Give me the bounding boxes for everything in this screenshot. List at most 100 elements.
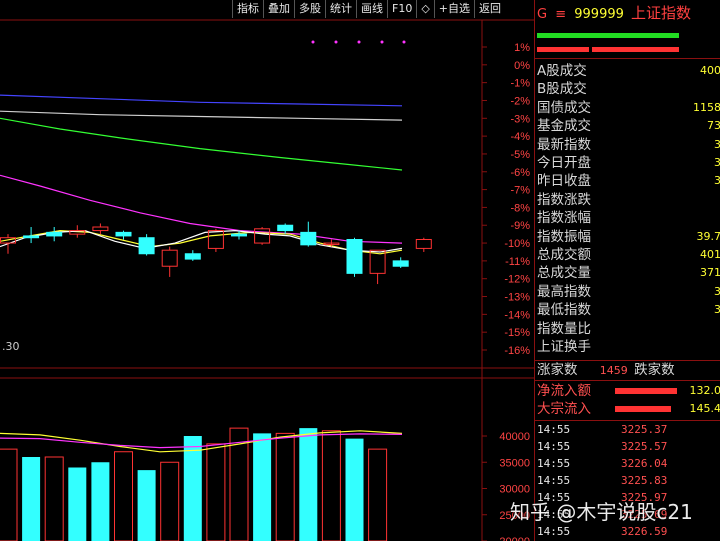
- volume-bar: [68, 467, 87, 541]
- pct-axis-label: -15%: [504, 327, 530, 339]
- up-count-label: 涨家数: [537, 362, 578, 378]
- stat-label: 总成交额: [537, 247, 591, 263]
- volume-bar: [183, 436, 202, 541]
- pct-axis-label: -10%: [504, 238, 530, 250]
- draw-line-button[interactable]: 画线: [356, 0, 387, 18]
- stat-row: 基金成交 73: [537, 117, 720, 135]
- security-code: 999999: [574, 7, 624, 22]
- signal-dot: [380, 40, 384, 44]
- ma120-line: [0, 94, 403, 107]
- top-toolbar: 指标 叠加 多股 统计 画线 F10 ◇ +自选 返回: [232, 0, 532, 18]
- stat-row: B股成交: [537, 80, 720, 98]
- volume-bar: [91, 462, 110, 541]
- stat-value: 73: [707, 119, 720, 133]
- net-inflow-bar: [615, 388, 677, 394]
- volume-axis-label: 35000: [499, 457, 530, 469]
- net-inflow-row: 净流入额 132.0: [537, 382, 720, 400]
- candle-body: [184, 253, 201, 260]
- tick-row: 14:55 3225.57: [537, 439, 720, 455]
- volume-bar: [345, 438, 364, 541]
- f10-button[interactable]: F10: [387, 0, 416, 18]
- tick-price: 3226.59: [621, 525, 668, 538]
- menu-icon[interactable]: ≡: [555, 7, 566, 22]
- breadth-row: 涨家数 1459 跌家数: [537, 361, 675, 380]
- stat-row: 最新指数 3: [537, 136, 720, 154]
- stat-row: 指数量比: [537, 320, 720, 338]
- stat-row: 指数涨跌: [537, 191, 720, 209]
- block-inflow-row: 大宗流入 145.4: [537, 400, 720, 418]
- candle-body: [92, 226, 109, 232]
- pct-axis-label: -8%: [510, 202, 530, 214]
- volume-axis-label: 40000: [499, 431, 530, 443]
- net-inflow-label: 净流入额: [537, 383, 591, 399]
- pct-axis-label: -1%: [510, 78, 530, 90]
- volume-bar: [114, 451, 133, 541]
- volume-bar: [44, 456, 64, 541]
- stat-row: 总成交量 371: [537, 264, 720, 282]
- stat-row: 国债成交 1158: [537, 99, 720, 117]
- stat-value: 371: [700, 266, 720, 280]
- volume-bar: [275, 432, 295, 541]
- pct-axis-label: 1%: [514, 42, 530, 54]
- stat-label: 最高指数: [537, 283, 591, 300]
- diamond-icon[interactable]: ◇: [416, 0, 433, 18]
- stat-value: 3: [714, 284, 720, 298]
- up-count-value: 1459: [599, 364, 628, 377]
- stat-label: 最新指数: [537, 136, 591, 153]
- signal-dot: [402, 40, 406, 44]
- stat-value: 3: [714, 174, 720, 188]
- stat-value: 400: [700, 64, 720, 77]
- stat-row: 昨日收盘 3: [537, 172, 720, 190]
- stat-value: 3: [714, 303, 720, 317]
- signal-dot: [357, 40, 361, 44]
- indicator-button[interactable]: 指标: [232, 0, 263, 18]
- pct-axis-label: -7%: [510, 185, 530, 197]
- stat-row: 上证换手: [537, 338, 720, 356]
- ma-grey-line: [0, 110, 403, 121]
- stat-label: 指数振幅: [537, 228, 591, 245]
- pct-axis-label: -12%: [504, 274, 530, 286]
- stat-value: 3: [714, 137, 720, 151]
- stat-label: 国债成交: [537, 99, 591, 116]
- buy-power-bar: [537, 33, 679, 38]
- pct-axis-label: -14%: [504, 309, 530, 321]
- candle-body: [207, 230, 224, 249]
- multi-stock-button[interactable]: 多股: [294, 0, 325, 18]
- stat-label: 最低指数: [537, 302, 591, 319]
- stat-row: 今日开盘 3: [537, 154, 720, 172]
- stat-label: 指数量比: [537, 320, 591, 337]
- net-inflow-value: 132.0: [689, 384, 720, 397]
- stat-label: B股成交: [537, 81, 587, 98]
- block-inflow-value: 145.4: [689, 402, 720, 415]
- pct-axis-label: -9%: [510, 220, 530, 232]
- stat-value: 3: [714, 156, 720, 169]
- stat-row: 最高指数 3: [537, 283, 720, 301]
- pct-axis-label: -5%: [510, 149, 530, 161]
- overlay-button[interactable]: 叠加: [263, 0, 294, 18]
- watermark: 知乎 @木宇说股c21: [510, 500, 693, 524]
- kline-chart[interactable]: 1% 0% -1% -2% -3% -4% -5% -6% -7% -8% -9% -10% -11% -…: [0, 0, 534, 541]
- quote-panel: G ≡ 999999 上证指数 A股成交 400 B股成交 国债成交 1158 基金成交 7…: [534, 0, 720, 541]
- sell-bar-2: [592, 47, 679, 52]
- stat-label: 指数涨幅: [537, 210, 591, 227]
- volume-bar: [206, 443, 226, 541]
- candle-body: [161, 249, 178, 267]
- volume-bar: [299, 428, 318, 541]
- candle-body: [46, 231, 63, 237]
- candle-body: [415, 238, 432, 249]
- stat-label: 上证换手: [537, 339, 591, 355]
- pct-axis-label: -13%: [504, 292, 530, 304]
- stats-table: A股成交 400 B股成交 国债成交 1158 基金成交 73 最新指数 3 今日开盘 3 昨日收盘 3…: [535, 62, 720, 360]
- pct-axis-label: 0%: [514, 60, 530, 72]
- add-watchlist-button[interactable]: +自选: [433, 0, 474, 18]
- back-button[interactable]: 返回: [474, 0, 505, 18]
- signal-dot: [311, 40, 315, 44]
- statistics-button[interactable]: 统计: [325, 0, 356, 18]
- down-count-label: 跌家数: [634, 362, 675, 378]
- candle-body: [346, 238, 363, 274]
- candle-body: [392, 260, 409, 267]
- tick-time: 14:55: [537, 457, 571, 470]
- tick-time: 14:55: [537, 423, 571, 436]
- stat-row: A股成交 400: [537, 62, 720, 80]
- security-title[interactable]: G ≡ 999999 上证指数: [537, 2, 691, 23]
